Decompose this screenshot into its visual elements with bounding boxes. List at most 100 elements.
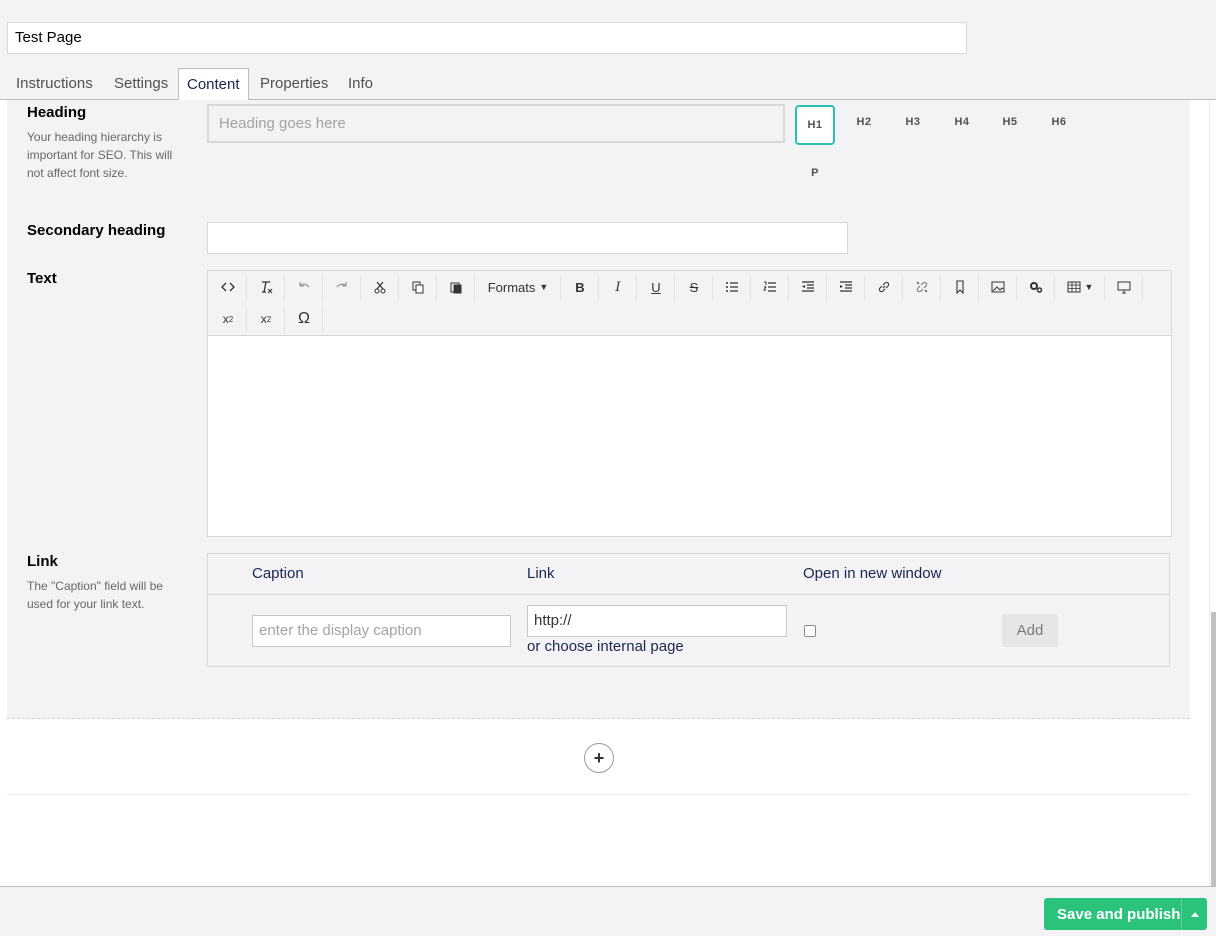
caret-down-icon: ▼ (539, 282, 549, 292)
link-icon[interactable] (870, 273, 898, 301)
tab-content[interactable]: Content (178, 68, 249, 101)
tab-bar: Instructions Settings Content Properties… (0, 68, 1216, 101)
save-and-publish-button[interactable]: Save and publish (1044, 898, 1207, 930)
heading-level-p[interactable]: P (795, 153, 835, 193)
special-char-icon[interactable]: Ω (290, 305, 318, 333)
heading-level-h3[interactable]: H3 (893, 102, 933, 142)
link-column-header: Link (527, 565, 555, 582)
page-name-input[interactable]: Test Page (7, 22, 967, 54)
formats-dropdown[interactable]: Formats ▼ (480, 273, 556, 301)
indent-icon[interactable] (832, 273, 860, 301)
preview-icon[interactable] (1110, 273, 1138, 301)
toolbar-divider (636, 275, 637, 301)
choose-internal-page-link[interactable]: or choose internal page (527, 638, 684, 655)
formats-label: Formats (487, 279, 536, 295)
anchor-icon[interactable] (946, 273, 974, 301)
caption-column-header: Caption (252, 565, 304, 582)
bullet-list-icon[interactable] (718, 273, 746, 301)
toolbar-divider (398, 275, 399, 301)
superscript-icon[interactable]: x2 (252, 305, 280, 333)
editor-content-area[interactable] (208, 337, 1171, 536)
italic-icon[interactable]: I (604, 273, 632, 301)
tab-settings[interactable]: Settings (106, 68, 176, 100)
macro-icon[interactable] (1022, 273, 1050, 301)
toolbar-divider (674, 275, 675, 301)
content-scroll-area[interactable]: Heading Your heading hierarchy is import… (0, 100, 1216, 886)
heading-input[interactable]: Heading goes here (207, 104, 785, 143)
toolbar-divider (360, 275, 361, 301)
toolbar-divider (560, 275, 561, 301)
add-block-button[interactable]: + (584, 743, 614, 773)
toolbar-divider (436, 275, 437, 301)
toolbar-divider (712, 275, 713, 301)
toolbar-divider (246, 275, 247, 301)
block-editor-panel: Heading Your heading hierarchy is import… (7, 100, 1190, 719)
section-divider (7, 794, 1190, 795)
toolbar-divider (322, 307, 323, 333)
numbered-list-icon[interactable] (756, 273, 784, 301)
toolbar-divider (902, 275, 903, 301)
toolbar-divider (246, 307, 247, 333)
toolbar-divider (1016, 275, 1017, 301)
redo-icon[interactable] (328, 273, 356, 301)
scrollbar-thumb[interactable] (1211, 612, 1216, 886)
link-label: Link (27, 553, 58, 570)
link-url-input[interactable]: http:// (527, 605, 787, 637)
underline-icon[interactable]: U (642, 273, 670, 301)
save-and-publish-label: Save and publish (1057, 905, 1181, 923)
copy-icon[interactable] (404, 273, 432, 301)
footer-bar: Save and publish (0, 886, 1216, 936)
toolbar-divider (940, 275, 941, 301)
heading-level-h2[interactable]: H2 (844, 102, 884, 142)
clear-format-icon[interactable] (252, 273, 280, 301)
heading-level-h1[interactable]: H1 (795, 105, 835, 145)
heading-level-h4[interactable]: H4 (942, 102, 982, 142)
vertical-scrollbar[interactable] (1209, 100, 1216, 886)
plus-icon: + (593, 748, 605, 768)
editor-toolbar: Formats ▼ B I U S ▼ x 2 x 2 Ω (208, 271, 1171, 336)
toolbar-divider (788, 275, 789, 301)
toolbar-divider (1054, 275, 1055, 301)
cut-icon[interactable] (366, 273, 394, 301)
caret-down-icon: ▼ (1084, 282, 1094, 292)
outdent-icon[interactable] (794, 273, 822, 301)
heading-level-h5[interactable]: H5 (990, 102, 1030, 142)
toolbar-divider (1104, 275, 1105, 301)
toolbar-divider (864, 275, 865, 301)
heading-description: Your heading hierarchy is important for … (27, 130, 173, 180)
unlink-icon[interactable] (908, 273, 936, 301)
toolbar-divider (284, 307, 285, 333)
strikethrough-icon[interactable]: S (680, 273, 708, 301)
image-icon[interactable] (984, 273, 1012, 301)
rich-text-editor: Formats ▼ B I U S ▼ x 2 x 2 Ω (207, 270, 1172, 537)
toolbar-divider (322, 275, 323, 301)
toolbar-divider (978, 275, 979, 301)
toolbar-divider (750, 275, 751, 301)
subscript-icon[interactable]: x2 (214, 305, 242, 333)
source-code-icon[interactable] (214, 273, 242, 301)
paste-icon[interactable] (442, 273, 470, 301)
secondary-heading-input[interactable] (207, 222, 848, 254)
publish-options-caret-icon[interactable] (1181, 898, 1207, 930)
toolbar-divider (598, 275, 599, 301)
add-link-button[interactable]: Add (1002, 614, 1058, 647)
tab-instructions[interactable]: Instructions (8, 68, 101, 100)
bold-icon[interactable]: B (566, 273, 594, 301)
link-picker: Caption Link Open in new window enter th… (207, 553, 1170, 667)
toolbar-divider (1142, 275, 1143, 301)
toolbar-divider (284, 275, 285, 301)
new-window-column-header: Open in new window (803, 565, 942, 582)
toolbar-divider (826, 275, 827, 301)
toolbar-divider (474, 275, 475, 301)
secondary-heading-label: Secondary heading (27, 222, 166, 239)
text-label: Text (27, 270, 57, 287)
heading-level-h6[interactable]: H6 (1039, 102, 1079, 142)
table-icon[interactable]: ▼ (1060, 273, 1100, 301)
undo-icon[interactable] (290, 273, 318, 301)
open-new-window-checkbox[interactable] (804, 625, 816, 637)
heading-label: Heading (27, 104, 87, 121)
tab-properties[interactable]: Properties (252, 68, 336, 100)
caption-input[interactable]: enter the display caption (252, 615, 511, 647)
tab-info[interactable]: Info (340, 68, 381, 100)
link-description: The "Caption" field will be used for you… (27, 579, 163, 611)
